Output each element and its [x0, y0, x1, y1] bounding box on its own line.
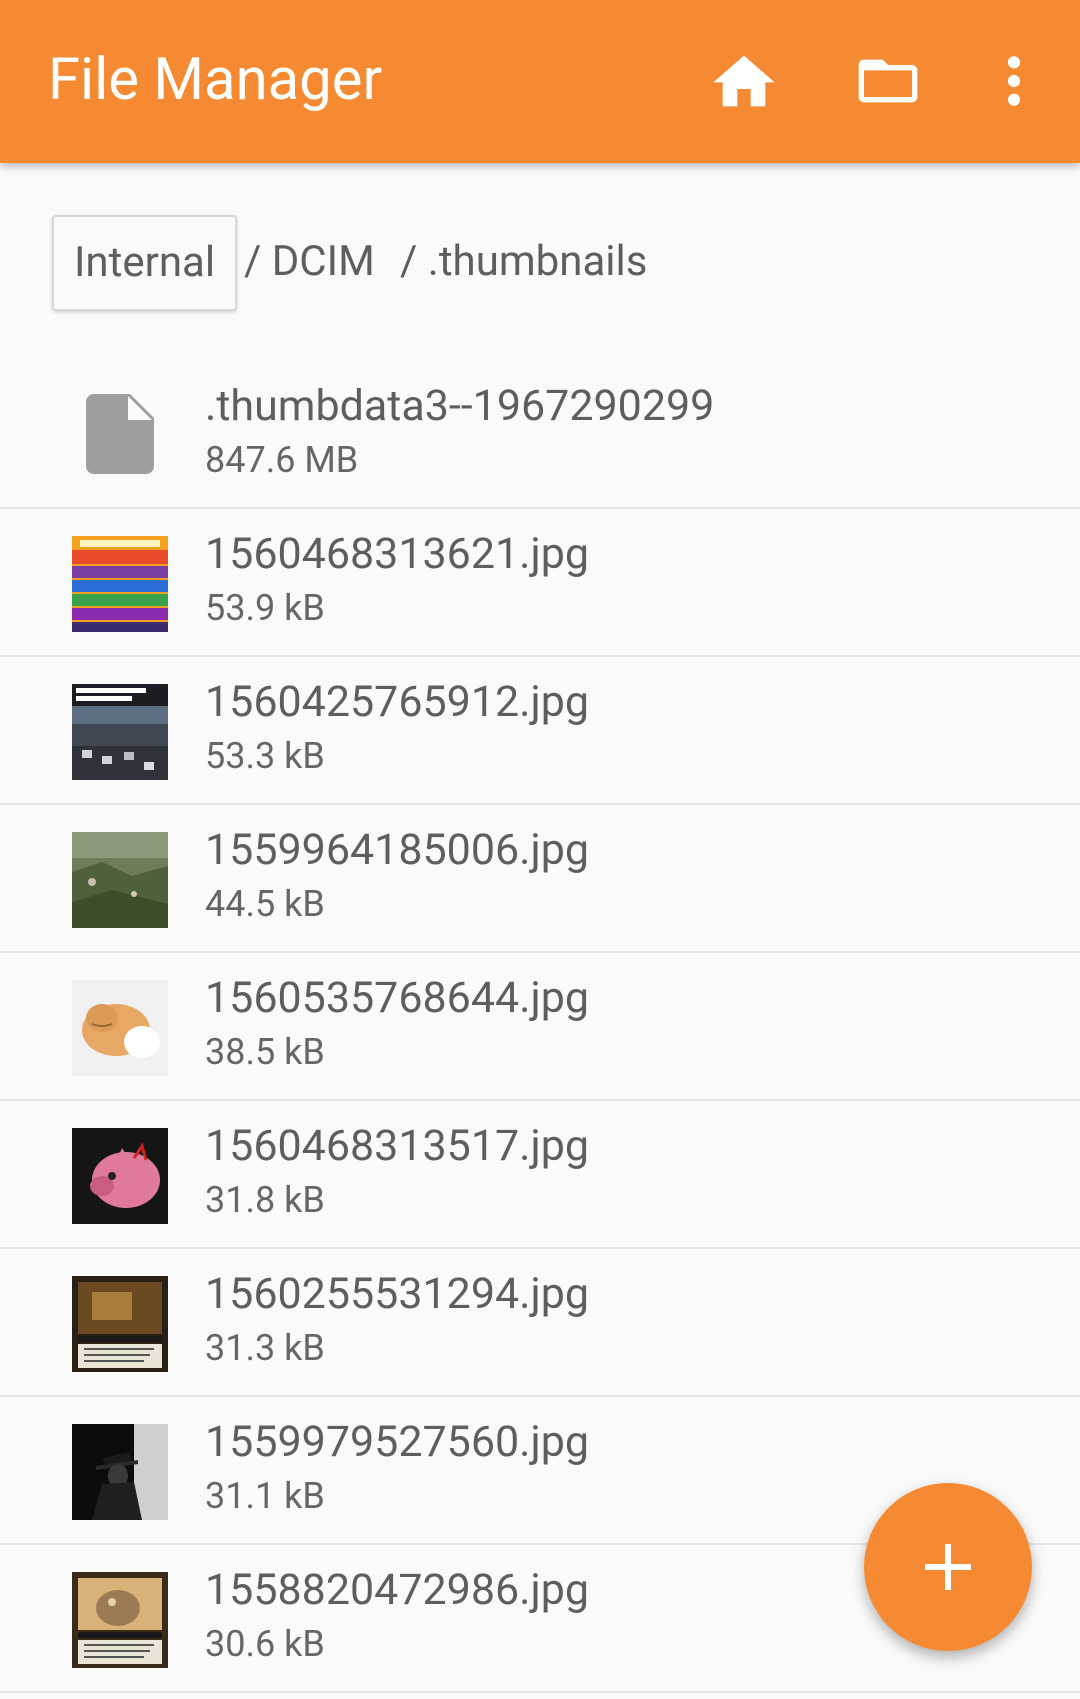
- file-row[interactable]: 1560468313621.jpg 53.9 kB: [0, 509, 1080, 657]
- file-name: 1560425765912.jpg: [205, 677, 590, 727]
- home-button[interactable]: [703, 40, 785, 122]
- more-options-button[interactable]: [973, 40, 1055, 122]
- file-size: 53.3 kB: [205, 735, 325, 777]
- image-thumbnail: [72, 536, 168, 632]
- file-row[interactable]: 1560535768644.jpg 38.5 kB: [0, 953, 1080, 1101]
- image-thumbnail: [72, 1128, 168, 1224]
- file-row[interactable]: 1559964185006.jpg 44.5 kB: [0, 805, 1080, 953]
- image-thumbnail: [72, 832, 168, 928]
- file-size: 31.3 kB: [205, 1327, 325, 1369]
- file-row[interactable]: 1560425765912.jpg 53.3 kB: [0, 657, 1080, 805]
- add-button[interactable]: [864, 1483, 1032, 1651]
- file-name: 1558820472986.jpg: [205, 1565, 590, 1615]
- image-thumbnail: [72, 1276, 168, 1372]
- app-bar: File Manager: [0, 0, 1080, 163]
- image-thumbnail: [72, 980, 168, 1076]
- file-size: 30.6 kB: [205, 1623, 325, 1665]
- file-size: 847.6 MB: [205, 439, 359, 481]
- file-size: 31.1 kB: [205, 1475, 325, 1517]
- image-thumbnail: [72, 1572, 168, 1668]
- breadcrumb-dcim[interactable]: / DCIM: [244, 215, 375, 309]
- image-thumbnail: [72, 1424, 168, 1520]
- file-name: 1559964185006.jpg: [205, 825, 590, 875]
- file-name: .thumbdata3--1967290299: [205, 381, 715, 431]
- file-size: 38.5 kB: [205, 1031, 325, 1073]
- file-row[interactable]: 1560468313517.jpg 31.8 kB: [0, 1101, 1080, 1249]
- file-name: 1560468313517.jpg: [205, 1121, 590, 1171]
- file-row[interactable]: 1560255531294.jpg 31.3 kB: [0, 1249, 1080, 1397]
- home-icon: [713, 55, 775, 107]
- file-size: 31.8 kB: [205, 1179, 325, 1221]
- more-vert-icon: [1007, 56, 1021, 106]
- file-name: 1559979527560.jpg: [205, 1417, 590, 1467]
- file-row[interactable]: .thumbdata3--1967290299 847.6 MB: [0, 361, 1080, 509]
- folder-button[interactable]: [847, 40, 929, 122]
- file-name: 1560535768644.jpg: [205, 973, 590, 1023]
- file-name: 1560255531294.jpg: [205, 1269, 590, 1319]
- file-icon: [86, 394, 154, 474]
- file-name: 1560468313621.jpg: [205, 529, 590, 579]
- folder-icon: [858, 59, 918, 103]
- breadcrumb-thumbnails[interactable]: / .thumbnails: [400, 215, 647, 309]
- app-title: File Manager: [48, 46, 383, 114]
- breadcrumb-internal[interactable]: Internal: [52, 215, 238, 311]
- image-thumbnail: [72, 684, 168, 780]
- breadcrumb: Internal / DCIM / .thumbnails: [0, 163, 1080, 343]
- file-size: 53.9 kB: [205, 587, 325, 629]
- file-size: 44.5 kB: [205, 883, 325, 925]
- plus-icon: [925, 1544, 971, 1590]
